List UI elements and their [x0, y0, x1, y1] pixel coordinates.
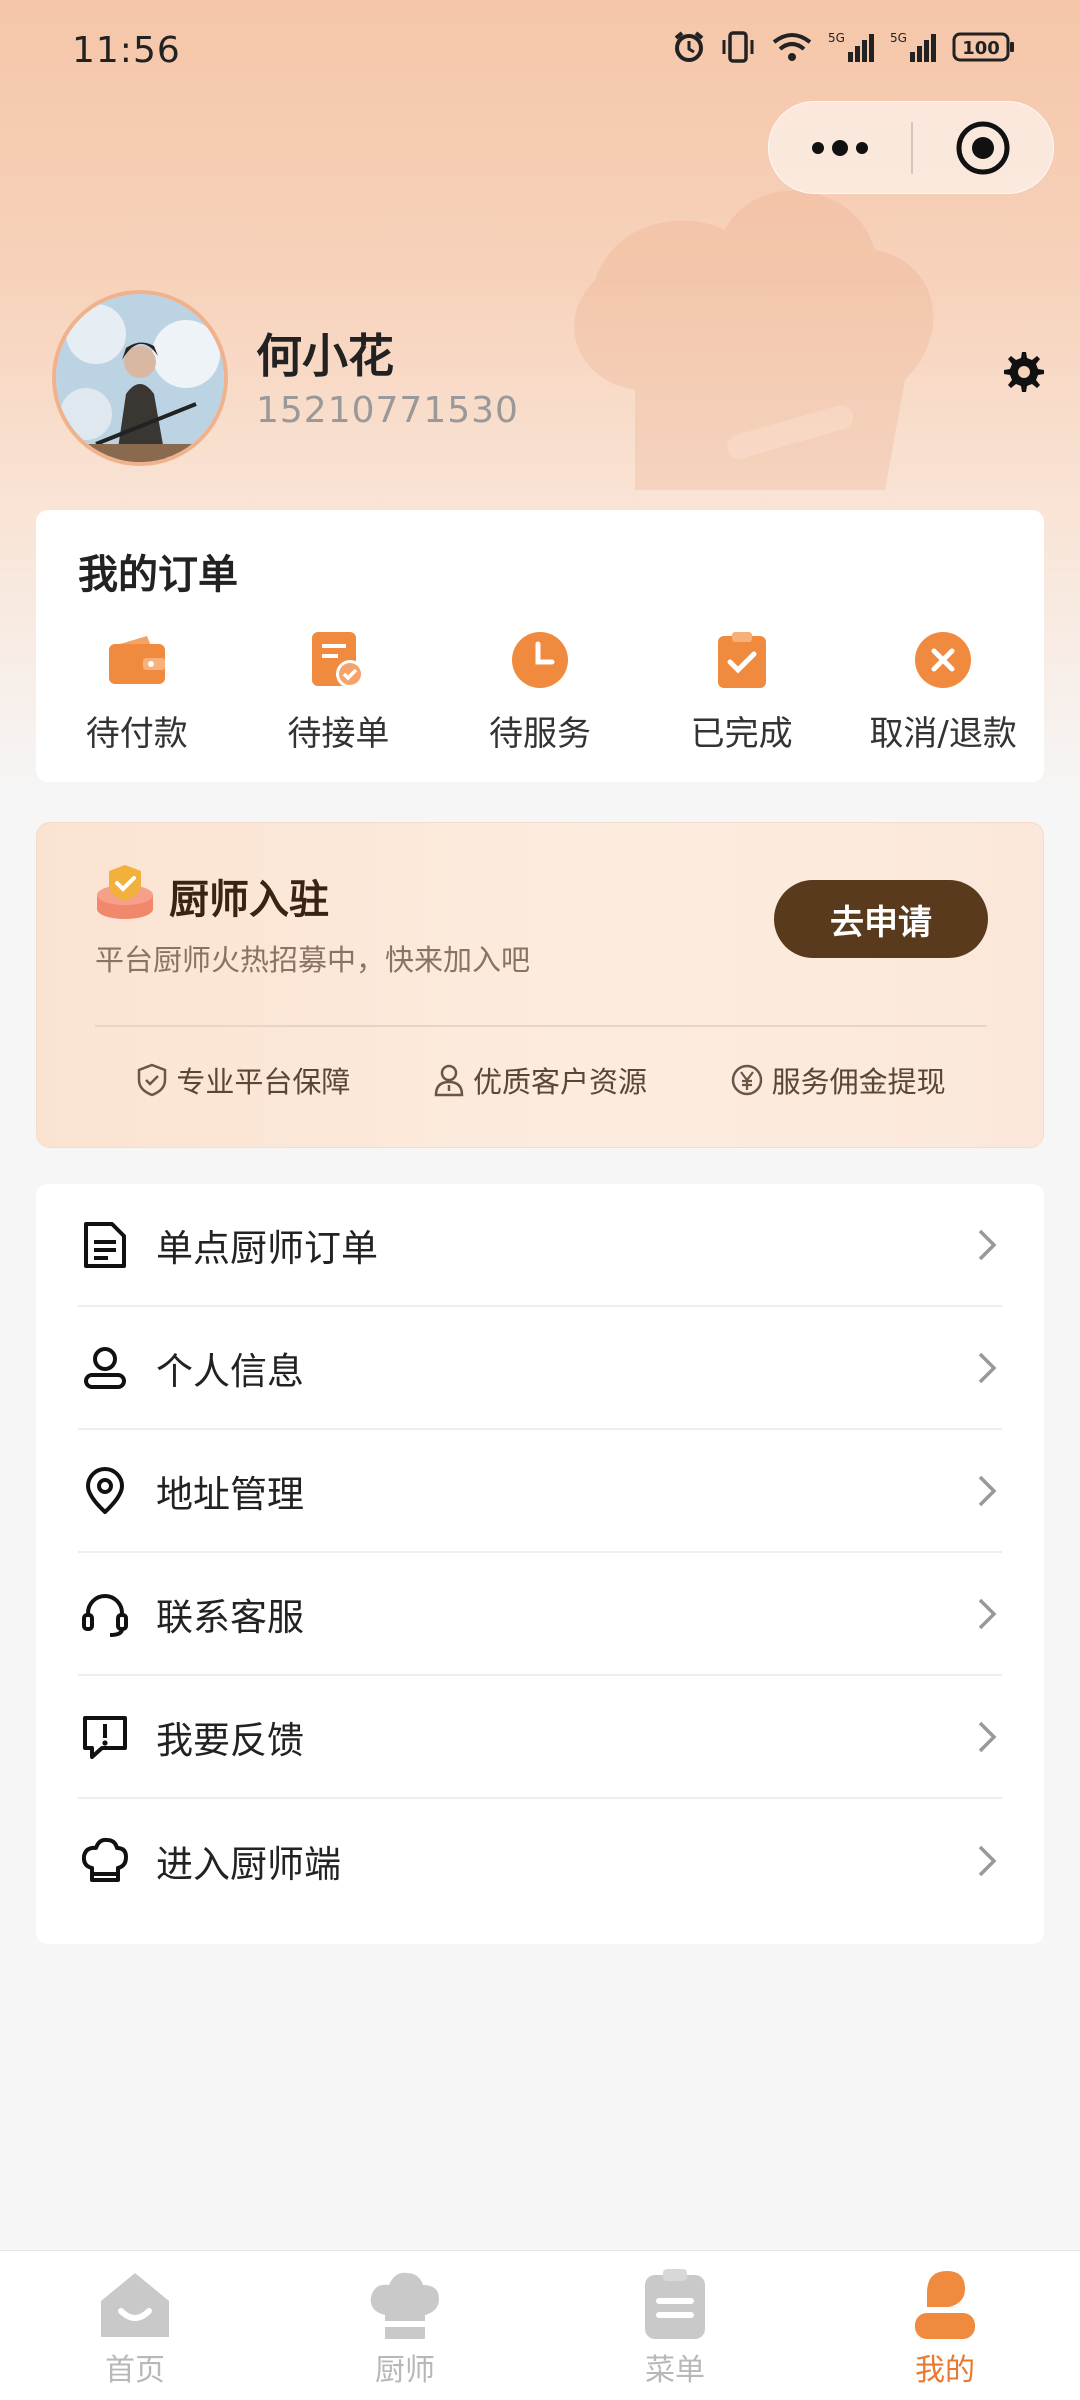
- apply-button[interactable]: 去申请: [774, 880, 988, 958]
- menu-item-label: 我要反馈: [156, 1718, 304, 1762]
- cancel-icon: [911, 628, 975, 692]
- svg-text:5G: 5G: [828, 31, 845, 45]
- alarm-icon: [674, 31, 704, 62]
- yen-icon: [731, 1064, 762, 1096]
- status-bar: 11:56 5G 5G 100: [0, 0, 1080, 104]
- doc-check-icon: [306, 628, 370, 692]
- svg-text:5G: 5G: [890, 31, 907, 45]
- signal-5g-icon: 5G: [828, 31, 874, 62]
- order-item-label: 取消/退款: [869, 714, 1017, 754]
- badge-check-icon: [97, 865, 153, 919]
- feature-label: 服务佣金提现: [771, 1065, 946, 1099]
- chevron-right-icon: [978, 1475, 997, 1506]
- person-icon: [434, 1064, 464, 1097]
- order-item-label: 已完成: [690, 714, 793, 754]
- user-icon: [78, 1341, 132, 1395]
- menu-item-chef-portal[interactable]: 进入厨师端: [78, 1799, 1002, 1922]
- headset-icon: [78, 1587, 132, 1641]
- menu-item-address[interactable]: 地址管理: [78, 1430, 1002, 1553]
- tab-menu[interactable]: 菜单: [540, 2251, 810, 2400]
- order-item-label: 待付款: [85, 714, 188, 754]
- close-miniprogram-button[interactable]: [913, 102, 1053, 193]
- chevron-right-icon: [978, 1352, 997, 1383]
- order-completed[interactable]: 已完成: [641, 628, 843, 755]
- clock-icon: [508, 628, 572, 692]
- chevron-right-icon: [978, 1721, 997, 1752]
- user-phone: 15210771530: [256, 390, 519, 431]
- menu-item-label: 个人信息: [156, 1349, 304, 1393]
- feature-quality-clients: 优质客户资源: [433, 1059, 647, 1101]
- more-dots-icon: [812, 139, 868, 156]
- menu-item-personal-info[interactable]: 个人信息: [78, 1307, 1002, 1430]
- tab-home[interactable]: 首页: [0, 2251, 270, 2400]
- order-pending-accept[interactable]: 待接单: [238, 628, 440, 755]
- order-item-label: 待接单: [287, 714, 390, 754]
- profile-header: 何小花 15210771530: [52, 290, 1044, 470]
- avatar[interactable]: [52, 290, 228, 466]
- order-cancel-refund[interactable]: 取消/退款: [842, 628, 1044, 755]
- wallet-icon: [105, 628, 169, 692]
- menu-item-customer-service[interactable]: 联系客服: [78, 1553, 1002, 1676]
- tab-label: 菜单: [645, 2353, 705, 2388]
- menu-item-label: 进入厨师端: [156, 1842, 341, 1886]
- location-pin-icon: [78, 1464, 132, 1518]
- miniprogram-capsule: [768, 101, 1054, 194]
- user-name: 何小花: [256, 329, 394, 383]
- tab-label: 厨师: [375, 2353, 435, 2388]
- settings-menu-list: 单点厨师订单 个人信息 地址管理 联系客服 我要反馈 进入厨师端: [36, 1184, 1044, 1944]
- profile-icon: [915, 2271, 975, 2339]
- bottom-tab-bar: 首页 厨师 菜单 我的: [0, 2250, 1080, 2400]
- recruit-features: 专业平台保障 优质客户资源 服务佣金提现: [95, 1059, 987, 1101]
- feature-commission-withdraw: 服务佣金提现: [730, 1059, 946, 1101]
- feature-label: 专业平台保障: [176, 1065, 351, 1099]
- order-status-row: 待付款 待接单 待服务 已完成 取消/退款: [36, 628, 1044, 755]
- chevron-right-icon: [978, 1229, 997, 1260]
- chef-hat-icon: [370, 2272, 439, 2339]
- signal-5g-icon: 5G: [890, 31, 936, 62]
- chevron-right-icon: [978, 1598, 997, 1629]
- wifi-icon: [772, 33, 812, 61]
- order-pending-service[interactable]: 待服务: [439, 628, 641, 755]
- battery-icon: 100: [952, 32, 1014, 62]
- menu-clipboard-icon: [645, 2269, 705, 2339]
- status-time: 11:56: [72, 30, 181, 71]
- recruit-title: 厨师入驻: [169, 877, 329, 923]
- feedback-icon: [78, 1710, 132, 1764]
- recruit-divider: [95, 1025, 987, 1027]
- target-icon: [956, 121, 1010, 174]
- battery-level: 100: [962, 38, 1000, 59]
- document-icon: [78, 1218, 132, 1272]
- tab-chef[interactable]: 厨师: [270, 2251, 540, 2400]
- feature-label: 优质客户资源: [472, 1065, 647, 1099]
- chef-hat-icon: [78, 1834, 132, 1888]
- menu-item-chef-orders[interactable]: 单点厨师订单: [78, 1184, 1002, 1307]
- avatar-image: [56, 294, 224, 462]
- home-icon: [101, 2273, 169, 2337]
- menu-item-label: 地址管理: [156, 1472, 304, 1516]
- settings-gear-icon[interactable]: [1002, 350, 1046, 394]
- more-button[interactable]: [769, 102, 911, 193]
- menu-item-feedback[interactable]: 我要反馈: [78, 1676, 1002, 1799]
- recruit-subtitle: 平台厨师火热招募中，快来加入吧: [95, 943, 531, 977]
- my-orders-card: 我的订单 待付款 待接单 待服务 已完成 取消/退款: [36, 510, 1044, 782]
- tab-mine[interactable]: 我的: [810, 2251, 1080, 2400]
- menu-item-label: 单点厨师订单: [156, 1226, 378, 1270]
- menu-item-label: 联系客服: [156, 1595, 304, 1639]
- clipboard-check-icon: [710, 628, 774, 692]
- tab-label: 首页: [105, 2353, 165, 2388]
- tab-label: 我的: [915, 2353, 975, 2388]
- order-pending-payment[interactable]: 待付款: [36, 628, 238, 755]
- chef-recruit-banner[interactable]: 厨师入驻 平台厨师火热招募中，快来加入吧 去申请 专业平台保障 优质客户资源 服…: [36, 822, 1044, 1148]
- orders-title: 我的订单: [78, 552, 238, 598]
- order-item-label: 待服务: [488, 714, 591, 754]
- shield-check-icon: [138, 1063, 167, 1097]
- chevron-right-icon: [978, 1845, 997, 1876]
- vibrate-icon: [722, 31, 754, 63]
- feature-platform-guarantee: 专业平台保障: [136, 1059, 350, 1101]
- status-icons: 5G 5G 100: [672, 30, 1016, 64]
